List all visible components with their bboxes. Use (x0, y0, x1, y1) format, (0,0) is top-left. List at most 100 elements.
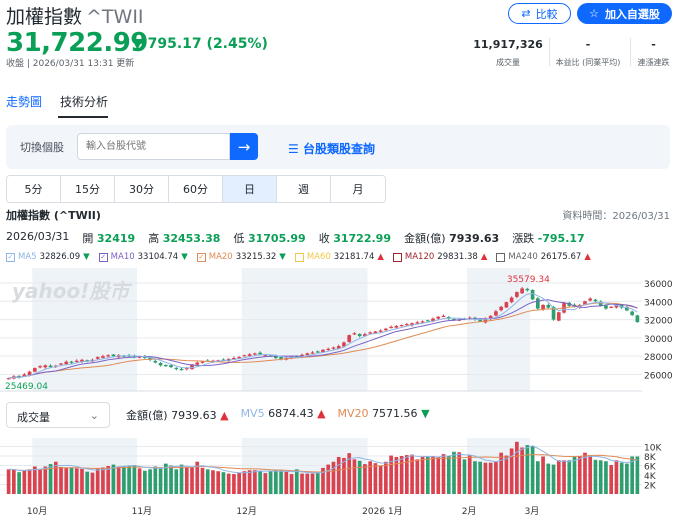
star-icon: ☆ (589, 7, 599, 20)
volume-bar (619, 462, 624, 494)
stock-code-input[interactable] (77, 133, 230, 160)
ma-legend: ✓ MA5 32826.09 ▼ ✓ MA10 33104.74 ▼ ✓ MA20 33215.32… (6, 252, 591, 262)
ma-value: 33104.74 (137, 252, 179, 262)
checkbox[interactable] (294, 252, 304, 262)
up-arrow-icon: ▲ (220, 409, 229, 422)
close-label: 收 (318, 232, 330, 245)
volume-bar (300, 473, 304, 494)
compare-button[interactable]: ⇄ 比較 (508, 3, 571, 24)
ma-value: 29831.38 (437, 252, 478, 262)
volume-bar (258, 470, 262, 494)
checkbox[interactable]: ✓ (196, 252, 206, 262)
volume-bar (127, 465, 131, 494)
volume-bar (583, 452, 587, 494)
min-price-label: 25469.04 (5, 382, 48, 392)
volume-bar (494, 461, 498, 494)
checkbox[interactable]: ✓ (98, 252, 108, 262)
volume-tick-label: 8K (644, 453, 657, 463)
month-label: 2月 (462, 506, 477, 517)
ma-legend-item[interactable]: MA60 32181.74 ▲ (294, 252, 384, 262)
candle (357, 334, 362, 337)
volume-bar (101, 467, 105, 494)
down-arrow-icon: ▼ (181, 252, 188, 262)
volume-bar (342, 457, 346, 494)
volume-tick-label: 10K (644, 444, 662, 454)
compare-label: 比較 (535, 7, 558, 21)
checkbox[interactable] (392, 252, 402, 262)
volume-bar (535, 461, 540, 494)
volume-bar (384, 461, 388, 494)
candle (368, 332, 372, 334)
interval-week[interactable]: 週 (277, 176, 331, 202)
volume-bar (541, 456, 545, 494)
month-label: 10月 (27, 506, 47, 517)
volume-bar (530, 446, 535, 494)
tab-trend[interactable]: 走勢圖 (6, 93, 42, 110)
ma-value: 26175.67 (540, 252, 582, 262)
checkbox[interactable]: ✓ (6, 252, 15, 262)
interval-30m[interactable]: 30分 (115, 176, 169, 202)
checkbox[interactable] (496, 252, 506, 262)
ma-name: MA10 (110, 252, 135, 262)
candle (604, 305, 608, 309)
compare-icon: ⇄ (521, 7, 531, 20)
up-arrow-icon: ▲ (377, 252, 384, 262)
chevron-down-icon: ⌄ (89, 409, 99, 422)
interval-day[interactable]: 日 (223, 176, 277, 202)
volume-bar (158, 467, 163, 494)
candle (530, 289, 535, 300)
volume-bar (399, 456, 404, 494)
interval-60m[interactable]: 60分 (169, 176, 223, 202)
volume-bar (132, 465, 137, 494)
candle (441, 315, 446, 318)
volume-bar (556, 460, 561, 494)
volume-bar (85, 471, 90, 494)
volume-info: 金額(億) 7939.63 ▲ MV5 6874.43 ▲ MV20 7571.… (126, 407, 430, 423)
volume-bar (221, 472, 226, 494)
volume-bar (499, 452, 503, 494)
volume-bar (12, 469, 16, 494)
ma-legend-item[interactable]: ✓ MA20 33215.32 ▼ (196, 252, 286, 262)
volume-bar (525, 445, 530, 494)
interval-5m[interactable]: 5分 (7, 176, 61, 202)
candle (315, 351, 320, 353)
candle (38, 366, 42, 368)
volume-bar (614, 460, 619, 494)
ma-legend-item[interactable]: ✓ MA5 32826.09 ▼ (6, 252, 90, 262)
candle (69, 361, 74, 363)
volume-bar (504, 455, 509, 494)
candle (436, 316, 441, 319)
interval-15m[interactable]: 15分 (61, 176, 115, 202)
search-submit-button[interactable]: → (230, 133, 258, 160)
ma-legend-item[interactable]: ✓ MA10 33104.74 ▼ (98, 252, 188, 262)
category-search-link[interactable]: ☰ 台股類股查詢 (288, 140, 375, 157)
add-watchlist-label: 加入自選股 (604, 7, 660, 21)
volume-bar (551, 464, 556, 494)
candle (95, 357, 100, 359)
ma-legend-item[interactable]: MA120 29831.38 ▲ (392, 252, 487, 262)
interval-month[interactable]: 月 (331, 176, 385, 202)
volume-bar (425, 456, 430, 494)
vol-amount-label: 金額(億) (126, 409, 168, 422)
indicator-select[interactable]: 成交量 ⌄ (6, 402, 110, 428)
stat-value: 11,917,326 (473, 38, 543, 51)
indicator-select-value: 成交量 (17, 411, 50, 424)
ma-name: MA5 (18, 252, 37, 262)
stat-label: 本益比 (同業平均) (555, 58, 621, 67)
volume-bar (467, 455, 472, 494)
volume-bar (462, 459, 467, 494)
candle (546, 304, 551, 308)
volume-bar (247, 470, 252, 494)
candle (389, 326, 393, 329)
tab-technical[interactable]: 技術分析 (60, 93, 108, 110)
add-watchlist-button[interactable]: ☆ 加入自選股 (577, 3, 672, 24)
candle (101, 356, 105, 358)
volume-bar (205, 469, 210, 494)
price-volume-chart[interactable]: 2600028000300003200034000360002K4K6K8K10… (0, 268, 676, 521)
volume-bar (6, 469, 11, 494)
volume-bar (331, 461, 336, 494)
volume-bar (294, 469, 299, 494)
volume-bar (43, 466, 48, 494)
ma-legend-item[interactable]: MA240 26175.67 ▲ (496, 252, 591, 262)
candle (394, 325, 399, 328)
